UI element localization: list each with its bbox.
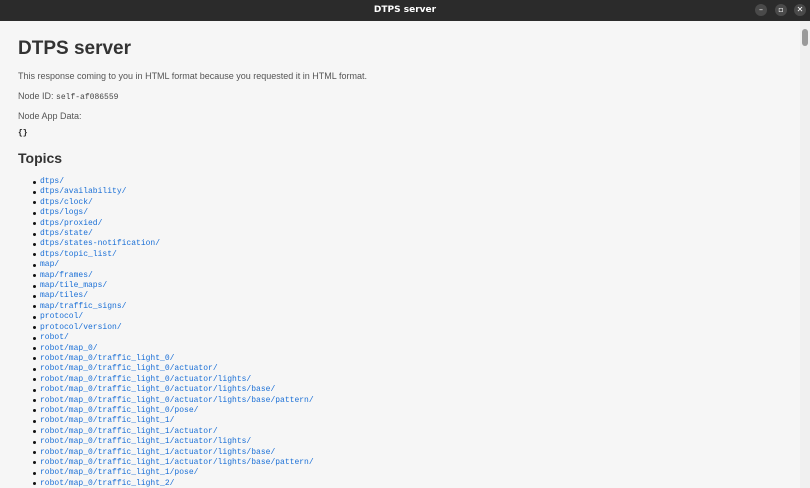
topic-link[interactable]: robot/map_0/traffic_light_0/actuator/lig… xyxy=(40,375,251,384)
topics-heading: Topics xyxy=(18,150,63,166)
topic-link[interactable]: dtps/state/ xyxy=(40,229,93,238)
topic-link[interactable]: robot/map_0/traffic_light_0/actuator/ xyxy=(40,364,218,373)
topic-item: robot/map_0/traffic_light_0/ xyxy=(33,354,314,364)
node-id-value: self-af086559 xyxy=(56,93,119,102)
maximize-button[interactable]: ▫ xyxy=(775,4,787,16)
topic-item: robot/map_0/traffic_light_1/actuator/ xyxy=(33,427,314,437)
topic-link[interactable]: dtps/topic_list/ xyxy=(40,250,117,259)
topic-link[interactable]: dtps/clock/ xyxy=(40,198,93,207)
topic-link[interactable]: robot/map_0/traffic_light_1/ xyxy=(40,416,174,425)
topic-item: robot/ xyxy=(33,333,314,343)
topic-link[interactable]: robot/map_0/traffic_light_1/actuator/ xyxy=(40,427,218,436)
topic-link[interactable]: robot/ xyxy=(40,333,69,342)
topic-link[interactable]: robot/map_0/traffic_light_2/ xyxy=(40,479,174,488)
window-title: DTPS server xyxy=(373,5,437,15)
topic-item: robot/map_0/ xyxy=(33,344,314,354)
topic-link[interactable]: robot/map_0/traffic_light_1/actuator/lig… xyxy=(40,437,251,446)
intro-text: This response coming to you in HTML form… xyxy=(18,71,367,81)
topic-item: robot/map_0/traffic_light_1/actuator/lig… xyxy=(33,448,314,458)
topic-item: robot/map_0/traffic_light_0/actuator/lig… xyxy=(33,385,314,395)
app-data-value: {} xyxy=(18,129,28,138)
scrollbar-track[interactable] xyxy=(800,21,810,488)
topic-item: robot/map_0/traffic_light_1/ xyxy=(33,416,314,426)
topic-link[interactable]: dtps/proxied/ xyxy=(40,219,102,228)
topic-item: robot/map_0/traffic_light_1/actuator/lig… xyxy=(33,458,314,468)
window-titlebar: DTPS server – ▫ ✕ xyxy=(0,0,810,21)
app-data-label: Node App Data: xyxy=(18,111,82,121)
topic-link[interactable]: protocol/ xyxy=(40,312,83,321)
topic-list: dtps/dtps/availability/dtps/clock/dtps/l… xyxy=(18,177,314,488)
topic-item: robot/map_0/traffic_light_0/actuator/lig… xyxy=(33,396,314,406)
topic-item: dtps/ xyxy=(33,177,314,187)
topic-link[interactable]: dtps/states-notification/ xyxy=(40,239,160,248)
topic-item: protocol/ xyxy=(33,312,314,322)
topic-link[interactable]: dtps/availability/ xyxy=(40,187,126,196)
topic-link[interactable]: map/traffic_signs/ xyxy=(40,302,126,311)
topic-link[interactable]: robot/map_0/traffic_light_0/ xyxy=(40,354,174,363)
topic-item: dtps/state/ xyxy=(33,229,314,239)
topic-link[interactable]: robot/map_0/traffic_light_1/actuator/lig… xyxy=(40,448,275,457)
topic-item: map/tile_maps/ xyxy=(33,281,314,291)
topic-link[interactable]: robot/map_0/traffic_light_0/actuator/lig… xyxy=(40,385,275,394)
page-content: DTPS server This response coming to you … xyxy=(0,21,800,488)
topic-link[interactable]: dtps/logs/ xyxy=(40,208,88,217)
topic-link[interactable]: protocol/version/ xyxy=(40,323,122,332)
page-title: DTPS server xyxy=(18,38,132,59)
topic-link[interactable]: robot/map_0/traffic_light_1/pose/ xyxy=(40,468,198,477)
topic-item: dtps/logs/ xyxy=(33,208,314,218)
topic-item: dtps/topic_list/ xyxy=(33,250,314,260)
minimize-button[interactable]: – xyxy=(755,4,767,16)
topic-link[interactable]: robot/map_0/traffic_light_0/pose/ xyxy=(40,406,198,415)
topic-item: map/ xyxy=(33,260,314,270)
topic-item: robot/map_0/traffic_light_1/pose/ xyxy=(33,468,314,478)
topic-link[interactable]: map/ xyxy=(40,260,59,269)
node-id-label: Node ID: xyxy=(18,91,54,101)
topic-item: robot/map_0/traffic_light_2/ xyxy=(33,479,314,488)
topic-item: robot/map_0/traffic_light_0/pose/ xyxy=(33,406,314,416)
topic-item: dtps/proxied/ xyxy=(33,219,314,229)
topic-item: robot/map_0/traffic_light_0/actuator/ xyxy=(33,364,314,374)
topic-link[interactable]: robot/map_0/traffic_light_1/actuator/lig… xyxy=(40,458,314,467)
topic-item: map/frames/ xyxy=(33,271,314,281)
topic-link[interactable]: robot/map_0/ xyxy=(40,344,98,353)
topic-item: map/tiles/ xyxy=(33,291,314,301)
close-button[interactable]: ✕ xyxy=(794,4,806,16)
topic-item: robot/map_0/traffic_light_1/actuator/lig… xyxy=(33,437,314,447)
topic-link[interactable]: robot/map_0/traffic_light_0/actuator/lig… xyxy=(40,396,314,405)
topic-link[interactable]: map/tiles/ xyxy=(40,291,88,300)
topic-link[interactable]: map/tile_maps/ xyxy=(40,281,107,290)
topic-item: protocol/version/ xyxy=(33,323,314,333)
topic-link[interactable]: dtps/ xyxy=(40,177,64,186)
scrollbar-thumb[interactable] xyxy=(802,29,808,46)
topic-item: dtps/states-notification/ xyxy=(33,239,314,249)
node-id-line: Node ID: self-af086559 xyxy=(18,91,118,102)
topic-item: dtps/clock/ xyxy=(33,198,314,208)
topic-link[interactable]: map/frames/ xyxy=(40,271,93,280)
topic-item: robot/map_0/traffic_light_0/actuator/lig… xyxy=(33,375,314,385)
topic-item: dtps/availability/ xyxy=(33,187,314,197)
topic-item: map/traffic_signs/ xyxy=(33,302,314,312)
